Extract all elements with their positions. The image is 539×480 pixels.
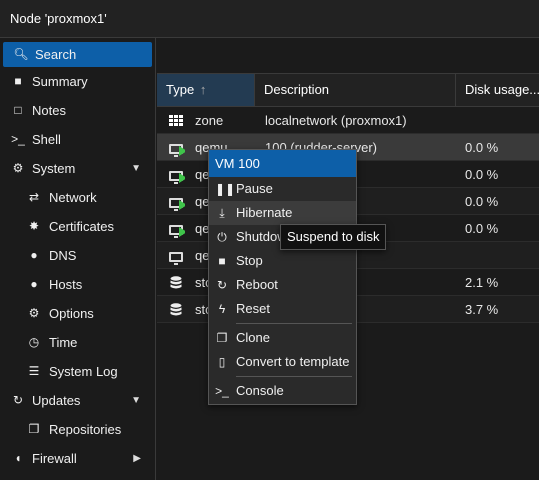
sidebar-item-label: Time (49, 335, 78, 350)
sidebar-item-label: System (32, 161, 76, 176)
sidebar-item-label: DNS (49, 248, 77, 263)
sidebar-item-label: Notes (32, 103, 66, 118)
table-row[interactable]: zone localnetwork (proxmox1) (157, 107, 539, 134)
column-header-description[interactable]: Description (255, 74, 456, 106)
menu-separator (236, 323, 352, 324)
vm-context-menu: VM 100 ❚❚ Pause ⤓ Hibernate ⏻ Shutdow ■ … (208, 149, 357, 405)
sidebar-item-label: Network (49, 190, 97, 205)
refresh-icon: ↻ (216, 278, 228, 292)
bolt-icon: ϟ (218, 302, 226, 316)
sidebar-item-label: Options (49, 306, 94, 321)
sidebar-item-label: Search (35, 47, 77, 62)
sidebar-item-notes[interactable]: □ Notes (0, 96, 155, 125)
chevron-right-icon[interactable]: ▶ (133, 444, 141, 473)
chevron-down-icon[interactable]: ▼ (131, 386, 141, 415)
vm-stopped-icon (167, 242, 185, 269)
list-icon: ☰ (28, 364, 40, 378)
clock-icon: ◷ (28, 335, 40, 349)
sidebar-item-network[interactable]: ⇄ Network (0, 183, 155, 212)
menu-title: VM 100 (209, 150, 356, 177)
globe-icon: ● (30, 277, 38, 291)
sidebar-item-search[interactable]: 🔍︎ Search (3, 42, 152, 67)
menu-item-pause[interactable]: ❚❚ Pause (209, 177, 356, 201)
sidebar-item-hosts[interactable]: ● Hosts (0, 270, 155, 299)
sidebar-item-time[interactable]: ◷ Time (0, 328, 155, 357)
refresh-icon: ↻ (12, 393, 24, 407)
vm-running-icon (167, 161, 185, 188)
pause-icon: ❚❚ (215, 182, 236, 196)
menu-item-clone[interactable]: ❐ Clone (209, 326, 356, 350)
download-icon: ⤓ (219, 206, 225, 220)
exchange-icon: ⇄ (28, 190, 40, 204)
sidebar-item-updates[interactable]: ↻ Updates ▼ (0, 386, 155, 415)
terminal-icon: >_ (11, 132, 25, 146)
power-icon: ⏻ (217, 230, 227, 244)
files-icon: ❐ (28, 422, 40, 436)
sidebar-item-repositories[interactable]: ❐ Repositories (0, 415, 155, 444)
sidebar-item-label: Shell (32, 132, 61, 147)
storage-icon (167, 296, 185, 323)
vm-running-icon (167, 215, 185, 242)
sidebar-item-shell[interactable]: >_ Shell (0, 125, 155, 154)
sidebar-item-certificates[interactable]: ✸ Certificates (0, 212, 155, 241)
menu-item-hibernate[interactable]: ⤓ Hibernate (209, 201, 356, 225)
vm-running-icon (167, 188, 185, 215)
stop-icon: ■ (218, 254, 226, 268)
sidebar-item-system[interactable]: ⚙ System ▼ (0, 154, 155, 183)
zone-icon (167, 107, 185, 134)
terminal-icon: >_ (215, 384, 229, 398)
sidebar-item-system-log[interactable]: ☰ System Log (0, 357, 155, 386)
sidebar-item-label: Updates (32, 393, 81, 408)
column-header-type[interactable]: Type ↑ (157, 74, 255, 106)
sidebar-item-label: Hosts (49, 277, 83, 292)
sidebar-item-label: Firewall (32, 451, 77, 466)
storage-icon (167, 269, 185, 296)
menu-item-stop[interactable]: ■ Stop (209, 249, 356, 273)
book-icon: ■ (14, 74, 22, 88)
menu-item-console[interactable]: >_ Console (209, 379, 356, 403)
tooltip: Suspend to disk (280, 224, 386, 250)
sidebar-item-label: Repositories (49, 422, 122, 437)
menu-separator (236, 376, 352, 377)
sidebar-item-summary[interactable]: ■ Summary (0, 67, 155, 96)
menu-item-reboot[interactable]: ↻ Reboot (209, 273, 356, 297)
sidebar-item-label: Certificates (49, 219, 115, 234)
grid-header: Type ↑ Description Disk usage... (157, 74, 539, 107)
chevron-down-icon[interactable]: ▼ (131, 154, 141, 183)
sort-ascending-icon: ↑ (199, 82, 207, 97)
sidebar: 🔍︎ Search ■ Summary □ Notes >_ Shell ⚙ S… (0, 38, 156, 480)
cogs-icon: ⚙ (12, 161, 24, 175)
menu-item-reset[interactable]: ϟ Reset (209, 297, 356, 321)
menu-item-convert-to-template[interactable]: ▯ Convert to template (209, 350, 356, 374)
sidebar-item-options[interactable]: ⚙ Options (0, 299, 155, 328)
search-icon: 🔍︎ (13, 47, 29, 61)
file-icon: ▯ (218, 355, 226, 369)
certificate-icon: ✸ (28, 219, 40, 233)
note-icon: □ (14, 103, 22, 117)
sidebar-item-firewall[interactable]: ◖ Firewall ▶ (0, 444, 155, 473)
column-header-disk-usage[interactable]: Disk usage... (456, 74, 539, 106)
clone-icon: ❐ (216, 331, 228, 345)
vm-running-icon (167, 134, 185, 161)
globe-icon: ● (30, 248, 38, 262)
sidebar-item-label: System Log (49, 364, 118, 379)
shield-icon: ◖ (14, 451, 22, 465)
sidebar-item-label: Summary (32, 74, 88, 89)
search-toolbar (157, 38, 539, 74)
window-title: Node 'proxmox1' (0, 0, 539, 38)
gear-icon: ⚙ (28, 306, 40, 320)
sidebar-item-dns[interactable]: ● DNS (0, 241, 155, 270)
